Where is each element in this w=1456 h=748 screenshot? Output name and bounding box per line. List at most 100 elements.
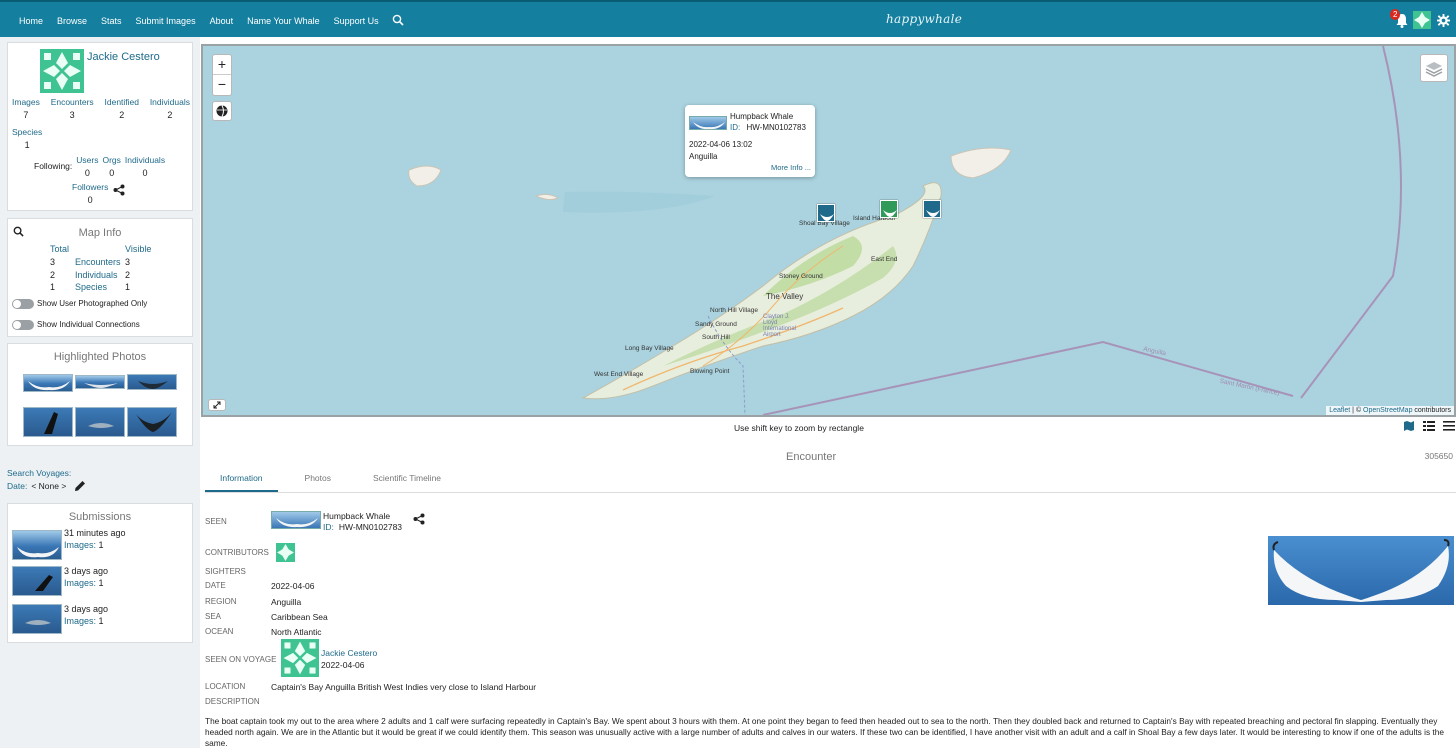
encounter-marker[interactable]	[880, 200, 898, 218]
profile-name[interactable]: Jackie Cestero	[87, 51, 160, 63]
highlight-photo[interactable]	[75, 375, 125, 389]
encounter-marker[interactable]	[817, 204, 835, 222]
popup-id-value[interactable]: HW-MN0102783	[746, 123, 805, 132]
nav-support-us[interactable]: Support Us	[334, 16, 379, 26]
search-icon[interactable]	[392, 14, 404, 28]
share-icon[interactable]	[113, 184, 125, 196]
description-label: DESCRIPTION	[205, 697, 260, 706]
encounter-map[interactable]: + − Shoal Bay Village Island Harbour Eas…	[201, 44, 1456, 417]
nav-browse[interactable]: Browse	[57, 16, 87, 26]
place-label: North Hill Village	[710, 307, 758, 314]
voyage-date-value[interactable]: < None >	[31, 481, 66, 491]
popup-more-info-link[interactable]: More Info ...	[771, 163, 811, 172]
leaflet-link[interactable]: Leaflet	[1329, 407, 1350, 414]
toggle-switch[interactable]	[12, 299, 34, 309]
globe-button[interactable]	[212, 101, 232, 121]
toggle-individual-connections[interactable]: Show Individual Connections	[12, 320, 140, 330]
nav-about[interactable]: About	[210, 16, 234, 26]
fullscreen-button[interactable]	[208, 399, 226, 411]
encounter-marker[interactable]	[923, 200, 941, 218]
stat-value: 0	[109, 168, 115, 178]
attribution-separator: | ©	[1350, 407, 1364, 414]
stat-identified[interactable]: Identified 2	[105, 97, 140, 120]
nav-name-your-whale[interactable]: Name Your Whale	[247, 16, 320, 26]
highlight-photo[interactable]	[23, 374, 73, 392]
seen-thumb[interactable]	[271, 511, 321, 529]
layers-button[interactable]	[1420, 54, 1448, 82]
highlighted-photos-panel: Highlighted Photos	[7, 343, 193, 446]
user-avatar-icon[interactable]	[1413, 11, 1431, 29]
highlight-photo[interactable]	[127, 407, 177, 437]
stat-encounters[interactable]: Encounters 3	[51, 97, 94, 120]
zoom-in-button[interactable]: +	[213, 55, 231, 75]
profile-species[interactable]: Species 1	[12, 127, 42, 150]
voyage-name[interactable]: Jackie Cestero	[321, 648, 377, 658]
map-view-icon[interactable]	[1403, 420, 1415, 432]
place-label: West End Village	[594, 371, 644, 378]
submission-images-value: 1	[98, 616, 104, 626]
zoom-out-button[interactable]: −	[213, 75, 231, 95]
submission-thumb[interactable]	[12, 530, 62, 560]
edit-pencil-icon[interactable]	[74, 480, 86, 492]
voyage-date: 2022-04-06	[321, 660, 365, 670]
submission-thumb[interactable]	[12, 566, 62, 596]
tab-scientific-timeline[interactable]: Scientific Timeline	[358, 469, 456, 492]
highlight-photo[interactable]	[23, 407, 73, 437]
ocean-label: OCEAN	[205, 627, 234, 636]
seen-id-value[interactable]: HW-MN0102783	[339, 522, 402, 532]
brand-logo[interactable]: happywhale	[886, 12, 962, 26]
expand-icon	[213, 401, 221, 409]
label-encounters[interactable]: Encounters	[75, 256, 121, 269]
following-users[interactable]: Users 0	[76, 155, 98, 178]
tab-information[interactable]: Information	[205, 469, 278, 492]
nav-stats[interactable]: Stats	[101, 16, 122, 26]
seen-id-label: ID:	[323, 522, 334, 532]
osm-link[interactable]: OpenStreetMap	[1363, 407, 1412, 414]
stat-images[interactable]: Images 7	[12, 97, 40, 120]
date-label: DATE	[205, 581, 226, 590]
nav-submit-images[interactable]: Submit Images	[136, 16, 196, 26]
following-orgs[interactable]: Orgs 0	[102, 155, 120, 178]
voyage-label: SEEN ON VOYAGE	[205, 655, 277, 664]
stat-individuals[interactable]: Individuals 2	[150, 97, 190, 120]
following-individuals[interactable]: Individuals 0	[125, 155, 165, 178]
top-nav-bar: Home Browse Stats Submit Images About Na…	[0, 0, 1456, 37]
submission-thumb[interactable]	[12, 604, 62, 634]
tab-photos[interactable]: Photos	[290, 469, 346, 492]
profile-avatar[interactable]	[40, 49, 84, 93]
popup-thumb[interactable]	[689, 116, 727, 130]
list-view-icon[interactable]	[1423, 420, 1435, 432]
stat-value: 7	[23, 110, 29, 120]
gear-icon[interactable]	[1437, 13, 1450, 27]
stat-label: Followers	[72, 182, 109, 192]
submission-images-label[interactable]: Images:	[64, 616, 96, 626]
map-info-panel: Map Info Total Visible 3 2 1 Encounters …	[7, 218, 193, 337]
menu-icon[interactable]	[1443, 420, 1455, 432]
encounter-title: Encounter	[786, 451, 837, 463]
label-species[interactable]: Species	[75, 281, 121, 294]
toggle-switch[interactable]	[12, 320, 34, 330]
voyage-avatar[interactable]	[281, 639, 319, 677]
highlight-photo[interactable]	[75, 407, 125, 437]
toggle-label: Show User Photographed Only	[37, 299, 148, 309]
label-individuals[interactable]: Individuals	[75, 269, 121, 282]
place-label: The Valley	[766, 292, 804, 301]
region-label: REGION	[205, 597, 237, 606]
search-icon[interactable]	[13, 226, 24, 237]
nav-home[interactable]: Home	[19, 16, 43, 26]
submission-images-value: 1	[98, 540, 104, 550]
highlight-photo[interactable]	[127, 374, 177, 390]
submission-images-label[interactable]: Images:	[64, 540, 96, 550]
stat-value: 3	[69, 110, 75, 120]
share-icon[interactable]	[413, 513, 425, 525]
place-label: Stoney Ground	[779, 273, 823, 280]
contributor-avatar[interactable]	[276, 543, 295, 562]
stat-label: Images	[12, 97, 40, 107]
notification-bell-icon[interactable]: 2	[1390, 9, 1408, 29]
visible-individuals: 2	[125, 269, 131, 280]
followers-stat[interactable]: Followers 0	[72, 182, 108, 205]
encounter-photo[interactable]	[1268, 536, 1454, 605]
toggle-user-photographed[interactable]: Show User Photographed Only	[12, 299, 147, 309]
submission-images-label[interactable]: Images:	[64, 578, 96, 588]
submission-images-value: 1	[98, 578, 104, 588]
